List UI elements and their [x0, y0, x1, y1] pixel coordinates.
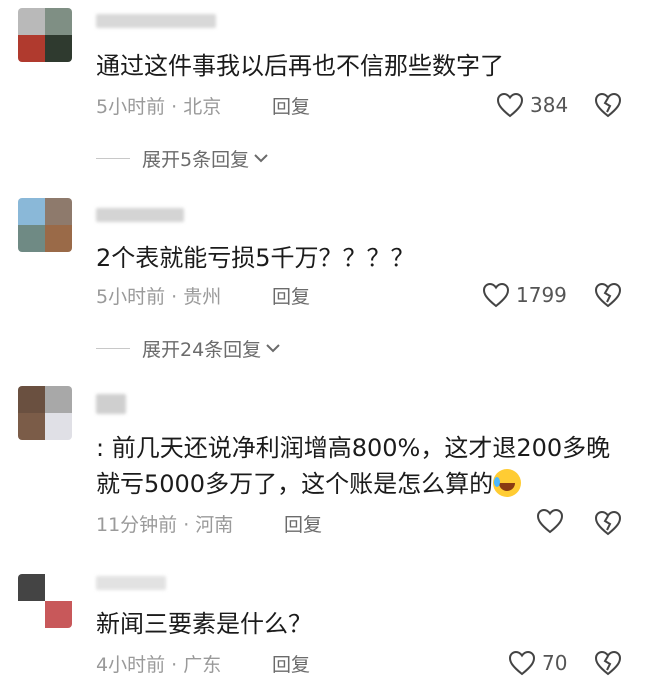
comment-text: : 前几天还说净利润增高800%，这才退200多晚就亏5000多万了，这个账是怎…	[96, 430, 612, 502]
like-count: 70	[542, 651, 568, 675]
avatar[interactable]	[18, 574, 72, 628]
like-button[interactable]: 1799	[482, 280, 567, 310]
heart-outline-icon	[508, 650, 536, 676]
comment-time-location: 5小时前 · 北京	[96, 96, 222, 118]
chevron-down-icon	[265, 337, 281, 359]
comment-meta: 4小时前 · 广东 回复 70	[96, 650, 632, 680]
heart-outline-icon	[482, 282, 510, 308]
comment-time-location: 11分钟前 · 河南	[96, 514, 234, 536]
comment-text-content: : 前几天还说净利润增高800%，这才退200多晚就亏5000多万了，这个账是怎…	[96, 434, 611, 498]
comment-meta: 5小时前 · 贵州 回复 1799	[96, 282, 632, 312]
broken-heart-icon	[594, 282, 622, 308]
like-button[interactable]	[536, 508, 570, 534]
comment-meta: 11分钟前 · 河南 回复	[96, 508, 632, 540]
reply-button[interactable]: 回复	[284, 510, 322, 540]
broken-heart-icon	[594, 92, 622, 118]
username-blurred[interactable]	[96, 576, 166, 590]
divider	[96, 157, 130, 159]
broken-heart-icon	[594, 650, 622, 676]
like-button[interactable]: 70	[508, 648, 567, 678]
dislike-button[interactable]	[594, 509, 622, 545]
username-blurred[interactable]	[96, 14, 216, 28]
broken-heart-icon	[594, 510, 622, 536]
comment-time-location: 4小时前 · 广东	[96, 654, 222, 676]
reply-button[interactable]: 回复	[272, 92, 310, 122]
avatar[interactable]	[18, 8, 72, 62]
expand-replies-label: 展开5条回复	[142, 148, 250, 171]
avatar[interactable]	[18, 198, 72, 252]
comment-time-location: 5小时前 · 贵州	[96, 286, 222, 308]
username-blurred[interactable]	[96, 394, 126, 414]
divider	[96, 347, 130, 349]
expand-replies-label: 展开24条回复	[142, 338, 262, 361]
like-button[interactable]: 384	[496, 90, 568, 120]
heart-outline-icon	[496, 92, 524, 118]
comment-text: 2个表就能亏损5千万？？？？	[96, 244, 415, 272]
chevron-down-icon	[253, 147, 269, 169]
avatar[interactable]	[18, 386, 72, 440]
comment-text: 通过这件事我以后再也不信那些数字了	[96, 52, 504, 80]
like-count: 384	[530, 93, 569, 117]
dislike-button[interactable]	[594, 91, 622, 127]
comment-text: 新闻三要素是什么？	[96, 610, 312, 638]
username-blurred[interactable]	[96, 208, 184, 222]
heart-outline-icon	[536, 508, 564, 534]
expand-replies-button[interactable]: 展开5条回复	[96, 143, 269, 173]
reply-button[interactable]: 回复	[272, 282, 310, 312]
dislike-button[interactable]	[594, 281, 622, 317]
like-count: 1799	[516, 283, 567, 307]
comment-meta: 5小时前 · 北京 回复 384	[96, 92, 632, 122]
reply-button[interactable]: 回复	[272, 650, 310, 680]
dislike-button[interactable]	[594, 649, 622, 685]
expand-replies-button[interactable]: 展开24条回复	[96, 333, 281, 363]
laughing-tears-emoji	[493, 469, 522, 497]
